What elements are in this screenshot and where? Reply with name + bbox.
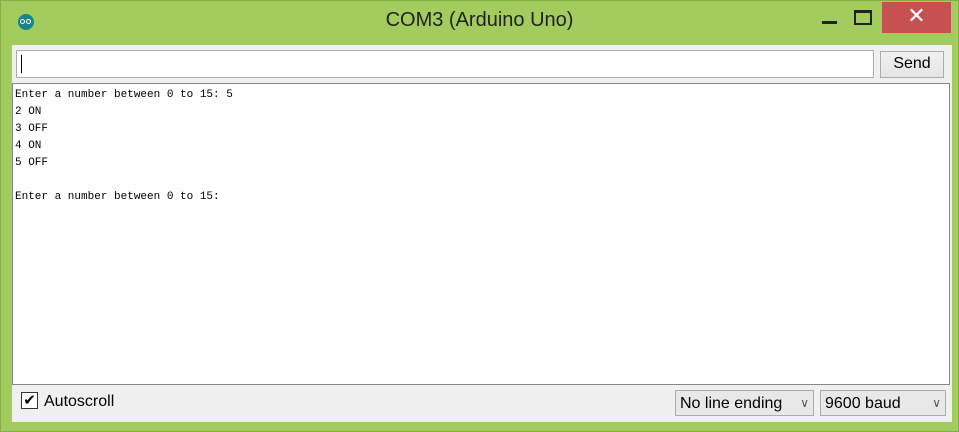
- baud-rate-select[interactable]: 9600 baud ∨: [820, 390, 946, 416]
- baud-rate-value: 9600 baud: [825, 395, 901, 412]
- send-button[interactable]: Send: [880, 51, 944, 78]
- autoscroll-checkbox[interactable]: ✔: [21, 392, 38, 409]
- maximize-button[interactable]: [847, 2, 877, 33]
- autoscroll-label[interactable]: Autoscroll: [44, 393, 114, 411]
- output-line: 2 ON: [15, 106, 42, 118]
- serial-output[interactable]: Enter a number between 0 to 15: 5 2 ON 3 O…: [12, 83, 950, 385]
- output-line: 4 ON: [15, 140, 42, 152]
- output-line: Enter a number between 0 to 15:: [15, 191, 220, 203]
- chevron-down-icon: ∨: [932, 396, 941, 410]
- line-ending-value: No line ending: [680, 395, 783, 412]
- serial-monitor-window: COM3 (Arduino Uno) ✕ Send Enter a number…: [0, 0, 959, 432]
- serial-input[interactable]: [16, 50, 874, 78]
- line-ending-select[interactable]: No line ending ∨: [675, 390, 814, 416]
- output-lines: Enter a number between 0 to 15: 5 2 ON 3 O…: [13, 87, 233, 206]
- client-area: Send Enter a number between 0 to 15: 5 2 …: [12, 45, 952, 422]
- output-line: Enter a number between 0 to 15: 5: [15, 89, 233, 101]
- text-caret: [21, 55, 22, 73]
- output-line: 5 OFF: [15, 157, 49, 169]
- chevron-down-icon: ∨: [800, 396, 809, 410]
- minimize-button[interactable]: [814, 2, 844, 33]
- output-line: 3 OFF: [15, 123, 49, 135]
- close-button[interactable]: ✕: [882, 2, 951, 33]
